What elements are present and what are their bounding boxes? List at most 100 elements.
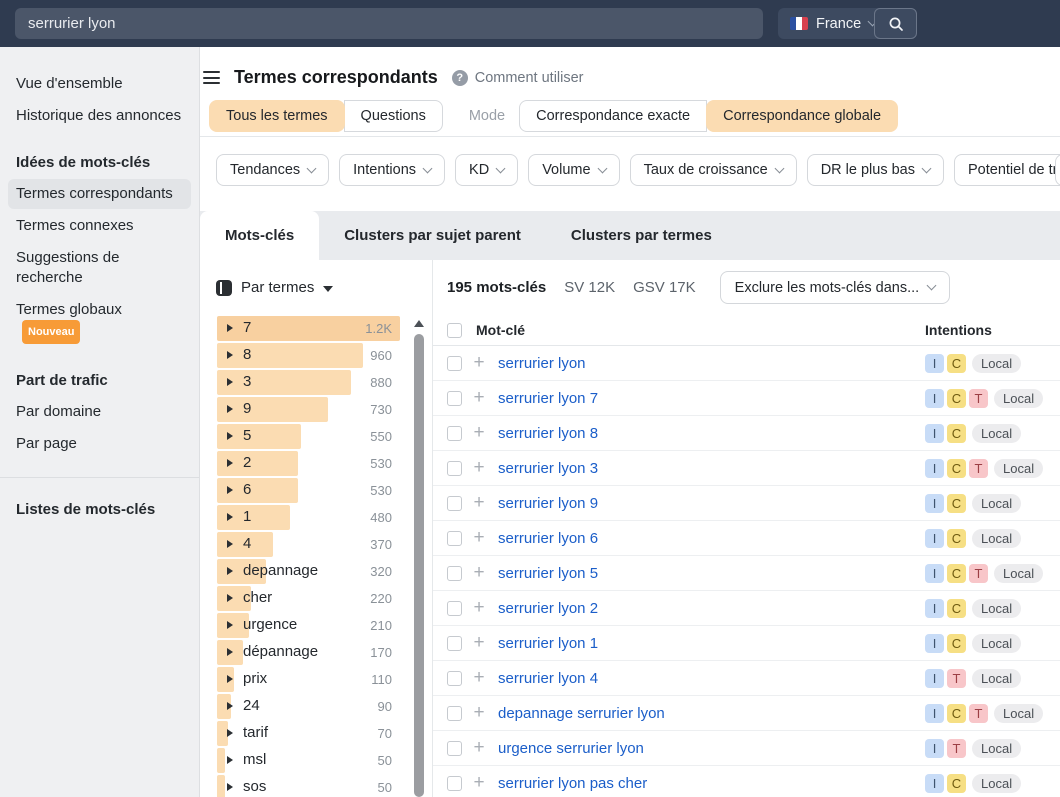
- keyword-link[interactable]: serrurier lyon pas cher: [498, 775, 647, 792]
- tab-clusters-par-termes[interactable]: Clusters par termes: [546, 211, 737, 260]
- term-bar-row[interactable]: 1480: [217, 504, 432, 531]
- table-header-row: Mot-clé Intentions: [433, 315, 1060, 346]
- sidebar-item-suggestions-de-recherche[interactable]: Suggestions de recherche: [8, 243, 191, 293]
- row-checkbox[interactable]: [447, 601, 462, 616]
- country-selector[interactable]: France: [778, 8, 888, 39]
- add-keyword-icon[interactable]: +: [471, 530, 487, 546]
- row-checkbox[interactable]: [447, 391, 462, 406]
- keyword-link[interactable]: serrurier lyon 6: [498, 530, 598, 547]
- row-checkbox[interactable]: [447, 496, 462, 511]
- app-root: France Vue d'ensemble Historique des ann…: [0, 0, 1060, 797]
- term-bar-row[interactable]: 5550: [217, 423, 432, 450]
- row-checkbox[interactable]: [447, 426, 462, 441]
- row-checkbox[interactable]: [447, 636, 462, 651]
- term-bar-row[interactable]: 4370: [217, 531, 432, 558]
- search-input[interactable]: [15, 8, 763, 39]
- term-bar-row[interactable]: dépannage170: [217, 639, 432, 666]
- row-checkbox[interactable]: [447, 741, 462, 756]
- sidebar-item-historique-des-annonces[interactable]: Historique des annonces: [8, 101, 191, 131]
- chevron-down-icon: [922, 163, 932, 173]
- term-bar-row[interactable]: 8960: [217, 342, 432, 369]
- add-keyword-icon[interactable]: +: [471, 600, 487, 616]
- add-keyword-icon[interactable]: +: [471, 670, 487, 686]
- add-keyword-icon[interactable]: +: [471, 775, 487, 791]
- add-keyword-icon[interactable]: +: [471, 495, 487, 511]
- term-bar-row[interactable]: 71.2K: [217, 315, 432, 342]
- term-bar-row[interactable]: 2490: [217, 693, 432, 720]
- row-checkbox[interactable]: [447, 566, 462, 581]
- keyword-link[interactable]: serrurier lyon 5: [498, 565, 598, 582]
- search-button[interactable]: [874, 8, 917, 39]
- term-bar-row[interactable]: msl50: [217, 747, 432, 774]
- group-by-toggle[interactable]: Par termes: [200, 260, 432, 315]
- row-checkbox[interactable]: [447, 356, 462, 371]
- keyword-link[interactable]: urgence serrurier lyon: [498, 740, 644, 757]
- filter-button-intentions[interactable]: Intentions: [339, 154, 445, 186]
- keyword-link[interactable]: serrurier lyon 2: [498, 600, 598, 617]
- exclude-keywords-button[interactable]: Exclure les mots-clés dans...: [720, 271, 951, 304]
- term-bar-row[interactable]: depannage320: [217, 558, 432, 585]
- add-keyword-icon[interactable]: +: [471, 425, 487, 441]
- term-bar-row[interactable]: prix110: [217, 666, 432, 693]
- term-bar-row[interactable]: cher220: [217, 585, 432, 612]
- scroll-up-arrow-icon[interactable]: [414, 320, 424, 327]
- view-tab-questions[interactable]: Questions: [344, 100, 443, 132]
- filter-button-dr-le-plus-bas[interactable]: DR le plus bas: [807, 154, 944, 186]
- add-keyword-icon[interactable]: +: [471, 740, 487, 756]
- filter-button-potentiel-de-trafic[interactable]: Potentiel de trafic: [954, 154, 1060, 186]
- filter-button-partial[interactable]: [1055, 154, 1060, 186]
- filter-button-tendances[interactable]: Tendances: [216, 154, 329, 186]
- add-keyword-icon[interactable]: +: [471, 390, 487, 406]
- menu-icon[interactable]: [203, 71, 220, 84]
- intent-badge-t: T: [947, 669, 966, 688]
- filter-button-kd[interactable]: KD: [455, 154, 518, 186]
- sidebar-item-par-domaine[interactable]: Par domaine: [8, 397, 191, 427]
- keyword-link[interactable]: serrurier lyon 9: [498, 495, 598, 512]
- add-keyword-icon[interactable]: +: [471, 705, 487, 721]
- keyword-link[interactable]: depannage serrurier lyon: [498, 705, 665, 722]
- keyword-link[interactable]: serrurier lyon: [498, 355, 586, 372]
- panel-scrollbar[interactable]: [414, 318, 424, 797]
- sidebar-item-termes-correspondants[interactable]: Termes correspondants: [8, 179, 191, 209]
- row-checkbox[interactable]: [447, 461, 462, 476]
- scrollbar-thumb[interactable]: [414, 334, 424, 797]
- help-label: Comment utiliser: [475, 70, 584, 86]
- help-link[interactable]: ? Comment utiliser: [452, 70, 584, 86]
- sidebar-item-termes-globaux[interactable]: Termes globauxNouveau: [8, 295, 191, 349]
- filter-label: Volume: [542, 162, 590, 178]
- local-badge: Local: [994, 389, 1043, 408]
- keyword-link[interactable]: serrurier lyon 4: [498, 670, 598, 687]
- add-keyword-icon[interactable]: +: [471, 635, 487, 651]
- keyword-link[interactable]: serrurier lyon 8: [498, 425, 598, 442]
- term-bar-row[interactable]: 3880: [217, 369, 432, 396]
- row-checkbox[interactable]: [447, 776, 462, 791]
- select-all-checkbox[interactable]: [447, 323, 462, 338]
- tab-clusters-par-sujet-parent[interactable]: Clusters par sujet parent: [319, 211, 546, 260]
- add-keyword-icon[interactable]: +: [471, 355, 487, 371]
- term-bar-row[interactable]: 9730: [217, 396, 432, 423]
- keyword-link[interactable]: serrurier lyon 1: [498, 635, 598, 652]
- sidebar-item-vue-densemble[interactable]: Vue d'ensemble: [8, 69, 191, 99]
- row-checkbox[interactable]: [447, 671, 462, 686]
- keyword-link[interactable]: serrurier lyon 7: [498, 390, 598, 407]
- add-keyword-icon[interactable]: +: [471, 460, 487, 476]
- mode-tab-correspondance-globale[interactable]: Correspondance globale: [706, 100, 898, 132]
- mode-tab-correspondance-exacte[interactable]: Correspondance exacte: [519, 100, 707, 132]
- row-checkbox[interactable]: [447, 531, 462, 546]
- filter-button-volume[interactable]: Volume: [528, 154, 619, 186]
- term-bar-row[interactable]: sos50: [217, 774, 432, 797]
- term-bar-row[interactable]: tarif70: [217, 720, 432, 747]
- sidebar-item-par-page[interactable]: Par page: [8, 429, 191, 459]
- term-bar-row[interactable]: 2530: [217, 450, 432, 477]
- keyword-link[interactable]: serrurier lyon 3: [498, 460, 598, 477]
- add-keyword-icon[interactable]: +: [471, 565, 487, 581]
- term-bar-row[interactable]: 6530: [217, 477, 432, 504]
- filter-button-taux-de-croissance[interactable]: Taux de croissance: [630, 154, 797, 186]
- row-checkbox[interactable]: [447, 706, 462, 721]
- result-tabs: Mots-clésClusters par sujet parentCluste…: [200, 211, 1060, 260]
- sidebar-item-termes-connexes[interactable]: Termes connexes: [8, 211, 191, 241]
- term-bar-row[interactable]: urgence210: [217, 612, 432, 639]
- view-tab-tous-les-termes[interactable]: Tous les termes: [209, 100, 345, 132]
- sidebar-section-part-de-trafic: Part de trafic: [8, 371, 191, 391]
- tab-mots-cles[interactable]: Mots-clés: [200, 211, 319, 260]
